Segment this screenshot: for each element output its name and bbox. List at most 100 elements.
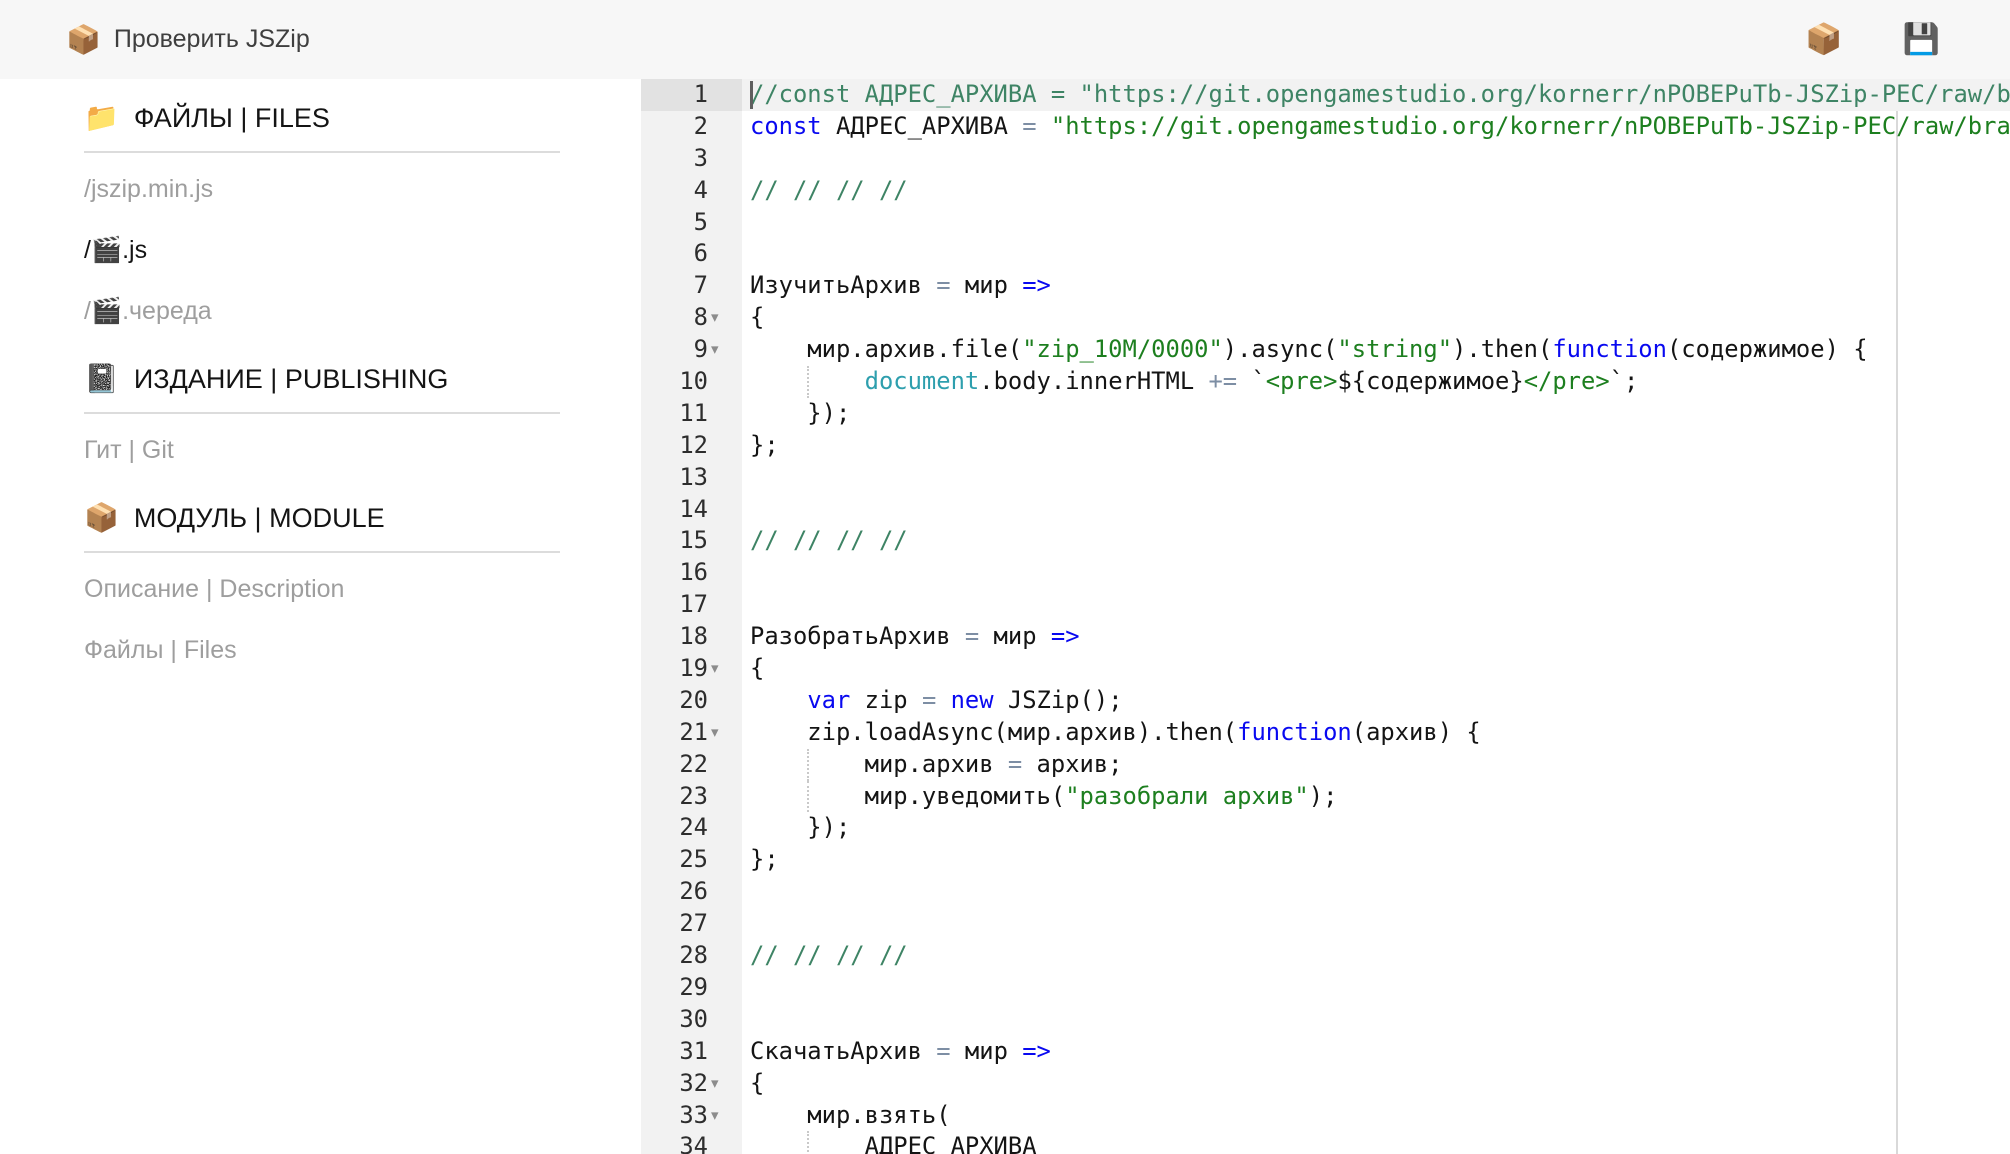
line-number: 5 — [641, 207, 742, 239]
code-line[interactable]: 25}; — [641, 844, 2010, 876]
code-line[interactable]: 14 — [641, 494, 2010, 526]
line-number: 34 — [641, 1131, 742, 1154]
page-title-label: Проверить JSZip — [114, 25, 310, 54]
code-line[interactable]: 19▾{ — [641, 653, 2010, 685]
code-line[interactable]: 6 — [641, 238, 2010, 270]
code-line[interactable]: 7ИзучитьАрхив = мир => — [641, 270, 2010, 302]
line-number: 27 — [641, 908, 742, 940]
line-number: 30 — [641, 1004, 742, 1036]
sidebar-item[interactable]: /jszip.min.js — [84, 173, 641, 205]
code-line-text — [742, 207, 2010, 239]
code-line[interactable]: 33▾ мир.взять( — [641, 1100, 2010, 1132]
code-line-text — [742, 908, 2010, 940]
code-line-text — [742, 462, 2010, 494]
line-number: 3 — [641, 143, 742, 175]
line-number: 21▾ — [641, 717, 742, 749]
code-line-text: { — [742, 302, 2010, 334]
code-line[interactable]: 26 — [641, 876, 2010, 908]
code-line[interactable]: 11 }); — [641, 398, 2010, 430]
line-number: 23 — [641, 781, 742, 813]
sidebar-item[interactable]: /🎬.js — [84, 234, 641, 266]
code-line[interactable]: 5 — [641, 207, 2010, 239]
divider — [84, 412, 560, 414]
code-line-text — [742, 589, 2010, 621]
sidebar-section-label: ФАЙЛЫ | FILES — [134, 103, 330, 134]
code-line[interactable]: 23 мир.уведомить("разобрали архив"); — [641, 781, 2010, 813]
fold-arrow-icon[interactable]: ▾ — [711, 302, 719, 334]
sidebar-item[interactable]: /🎬.череда — [84, 295, 641, 327]
sidebar-section-label: МОДУЛЬ | MODULE — [134, 503, 385, 534]
code-line-text: }); — [742, 812, 2010, 844]
notebook-icon: 📓 — [84, 365, 119, 393]
code-line[interactable]: 28// // // // — [641, 940, 2010, 972]
code-line-text: { — [742, 653, 2010, 685]
line-number: 19▾ — [641, 653, 742, 685]
package-icon: 📦 — [84, 504, 119, 532]
sidebar-item[interactable]: Гит | Git — [84, 434, 641, 466]
code-line[interactable]: 9▾ мир.архив.file("zip_10M/0000").async(… — [641, 334, 2010, 366]
line-number: 33▾ — [641, 1100, 742, 1132]
line-number: 18 — [641, 621, 742, 653]
sidebar: 📁ФАЙЛЫ | FILES/jszip.min.js /🎬.js /🎬.черед… — [0, 79, 641, 1154]
line-number: 22 — [641, 749, 742, 781]
code-line[interactable]: 12}; — [641, 430, 2010, 462]
code-line[interactable]: 21▾ zip.loadAsync(мир.архив).then(functi… — [641, 717, 2010, 749]
code-line-text: { — [742, 1068, 2010, 1100]
package-icon[interactable]: 📦 — [1805, 25, 1842, 55]
line-number: 16 — [641, 557, 742, 589]
sidebar-item[interactable]: Файлы | Files — [84, 634, 641, 666]
line-number: 13 — [641, 462, 742, 494]
code-line[interactable]: 32▾{ — [641, 1068, 2010, 1100]
code-line[interactable]: 17 — [641, 589, 2010, 621]
sidebar-item[interactable]: Описание | Description — [84, 573, 641, 605]
text-cursor — [750, 81, 753, 109]
line-number: 4 — [641, 175, 742, 207]
code-line[interactable]: 22 мир.архив = архив; — [641, 749, 2010, 781]
fold-arrow-icon[interactable]: ▾ — [711, 1068, 719, 1100]
code-line-text — [742, 972, 2010, 1004]
code-line[interactable]: 27 — [641, 908, 2010, 940]
code-line[interactable]: 2const АДРЕС_АРХИВА = "https://git.openg… — [641, 111, 2010, 143]
code-editor[interactable]: 1//const АДРЕС_АРХИВА = "https://git.ope… — [641, 79, 2010, 1154]
indent-guide — [807, 781, 809, 813]
sidebar-section-header: 📁ФАЙЛЫ | FILES — [84, 99, 641, 137]
line-number: 1 — [641, 79, 742, 111]
line-number: 25 — [641, 844, 742, 876]
code-line-text: document.body.innerHTML += `<pre>${содер… — [742, 366, 2010, 398]
code-line-text: // // // // — [742, 940, 2010, 972]
app-window: 📦 Проверить JSZip 📦 💾 📁ФАЙЛЫ | FILES/jszi… — [0, 0, 2010, 1154]
line-number: 10 — [641, 366, 742, 398]
code-line[interactable]: 3 — [641, 143, 2010, 175]
fold-arrow-icon[interactable]: ▾ — [711, 1100, 719, 1132]
fold-arrow-icon[interactable]: ▾ — [711, 717, 719, 749]
code-line-text: //const АДРЕС_АРХИВА = "https://git.open… — [742, 79, 2010, 111]
line-number: 20 — [641, 685, 742, 717]
package-icon: 📦 — [66, 26, 101, 54]
code-line-text — [742, 557, 2010, 589]
code-line[interactable]: 30 — [641, 1004, 2010, 1036]
code-line[interactable]: 1//const АДРЕС_АРХИВА = "https://git.ope… — [641, 79, 2010, 111]
code-line[interactable]: 10 document.body.innerHTML += `<pre>${со… — [641, 366, 2010, 398]
line-number: 15 — [641, 525, 742, 557]
code-line-text: ИзучитьАрхив = мир => — [742, 270, 2010, 302]
code-line[interactable]: 16 — [641, 557, 2010, 589]
code-line[interactable]: 20 var zip = new JSZip(); — [641, 685, 2010, 717]
line-number: 32▾ — [641, 1068, 742, 1100]
code-line[interactable]: 15// // // // — [641, 525, 2010, 557]
line-number: 9▾ — [641, 334, 742, 366]
fold-arrow-icon[interactable]: ▾ — [711, 653, 719, 685]
code-line-text: }; — [742, 430, 2010, 462]
sidebar-section-label: ИЗДАНИЕ | PUBLISHING — [134, 364, 448, 395]
code-line-text — [742, 238, 2010, 270]
code-line[interactable]: 13 — [641, 462, 2010, 494]
code-line[interactable]: 24 }); — [641, 812, 2010, 844]
code-line[interactable]: 4// // // // — [641, 175, 2010, 207]
code-line[interactable]: 8▾{ — [641, 302, 2010, 334]
code-line[interactable]: 31СкачатьАрхив = мир => — [641, 1036, 2010, 1068]
line-number: 12 — [641, 430, 742, 462]
code-line[interactable]: 29 — [641, 972, 2010, 1004]
save-icon[interactable]: 💾 — [1903, 25, 1940, 55]
code-line[interactable]: 34 АДРЕС_АРХИВА — [641, 1131, 2010, 1154]
fold-arrow-icon[interactable]: ▾ — [711, 334, 719, 366]
code-line[interactable]: 18РазобратьАрхив = мир => — [641, 621, 2010, 653]
